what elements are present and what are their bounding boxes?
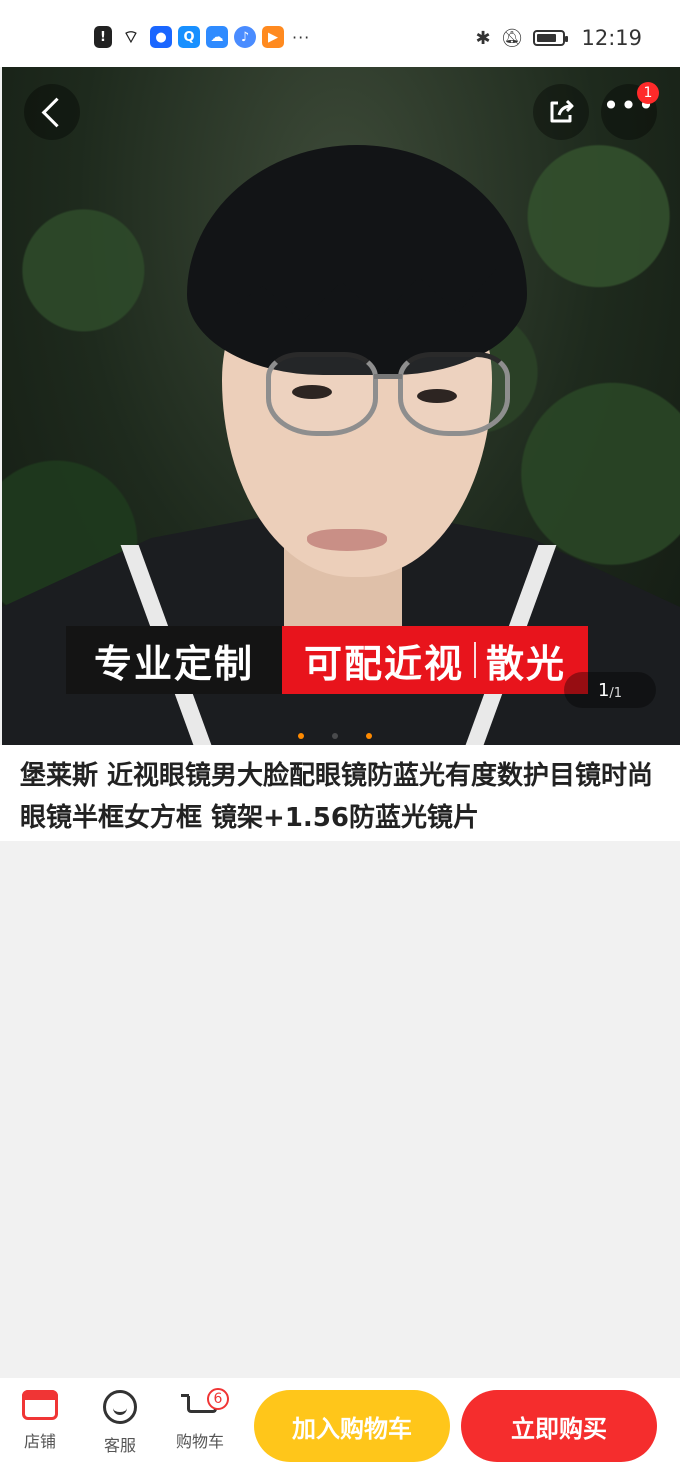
smiley-chat-icon <box>103 1390 137 1424</box>
clock: 12:19 <box>581 26 642 50</box>
music-icon: ♪ <box>234 26 256 48</box>
carousel-dot-active <box>366 733 372 739</box>
promo-banner: 专业定制 可配近视 散光 <box>66 626 589 694</box>
product-title: 堡莱斯 近视眼镜男大脸配眼镜防蓝光有度数护目镜时尚眼镜半框女方框 镜架+1.56… <box>20 761 654 833</box>
bluetooth-icon: ✱ <box>475 27 491 49</box>
share-icon <box>550 99 574 123</box>
cloud-icon: ☁ <box>206 26 228 48</box>
status-bar: ! ⌔ ● Q ☁ ♪ ▶ ··· ✱ 🔕︎ 12:19 <box>0 0 680 67</box>
bottom-action-bar: 店铺 客服 购物车 6 加入购物车 立即购买 <box>0 1378 680 1473</box>
cart-label: 购物车 <box>175 1432 224 1451</box>
customer-service-tab[interactable]: 客服 <box>90 1390 150 1456</box>
buy-now-button[interactable]: 立即购买 <box>461 1390 657 1462</box>
alert-icon: ! <box>94 26 112 48</box>
image-page-indicator: 1/1 <box>564 672 656 708</box>
chevron-left-icon <box>41 97 71 127</box>
back-button[interactable] <box>24 84 80 140</box>
share-button[interactable] <box>533 84 589 140</box>
battery-level <box>537 34 557 42</box>
promo-astigmatism: 散光 <box>486 641 567 686</box>
glasses-bridge <box>374 374 402 379</box>
promo-divider <box>474 642 477 678</box>
promo-red-block: 可配近视 散光 <box>282 626 589 694</box>
page-total: /1 <box>609 685 623 701</box>
glasses <box>238 352 528 442</box>
video-icon: ▶ <box>262 26 284 48</box>
promo-myopia: 可配近视 <box>304 641 465 686</box>
wifi-icon: ⌔ <box>122 26 140 48</box>
service-label: 客服 <box>103 1436 136 1455</box>
promo-custom: 专业定制 <box>66 626 283 694</box>
product-image[interactable]: 专业定制 可配近视 散光 <box>2 67 680 745</box>
more-button[interactable]: ••• 1 <box>601 82 659 140</box>
product-title-area: 堡莱斯 近视眼镜男大脸配眼镜防蓝光有度数护目镜时尚眼镜半框女方框 镜架+1.56… <box>0 745 680 841</box>
store-tab[interactable]: 店铺 <box>10 1390 70 1452</box>
store-icon <box>22 1390 58 1420</box>
eye <box>417 389 457 403</box>
carousel-dot-active <box>298 733 304 739</box>
carousel-dot <box>332 733 338 739</box>
search-app-icon: Q <box>178 26 200 48</box>
bell-muted-icon: 🔕︎ <box>500 27 524 49</box>
status-left-icons: ! ⌔ ● Q ☁ ♪ ▶ ··· <box>94 26 310 48</box>
battery-icon <box>533 30 569 46</box>
store-label: 店铺 <box>23 1432 56 1451</box>
status-more-icon: ··· <box>292 27 311 47</box>
cart-count-badge: 6 <box>207 1388 229 1410</box>
page-current: 1 <box>597 679 610 701</box>
carousel-dots <box>298 733 372 739</box>
status-right-icons: ✱ 🔕︎ 12:19 <box>476 26 642 50</box>
notification-badge: 1 <box>637 82 659 104</box>
bulb-icon: ● <box>150 26 172 48</box>
lips <box>307 529 387 551</box>
add-to-cart-button[interactable]: 加入购物车 <box>254 1390 450 1462</box>
eye <box>292 385 332 399</box>
